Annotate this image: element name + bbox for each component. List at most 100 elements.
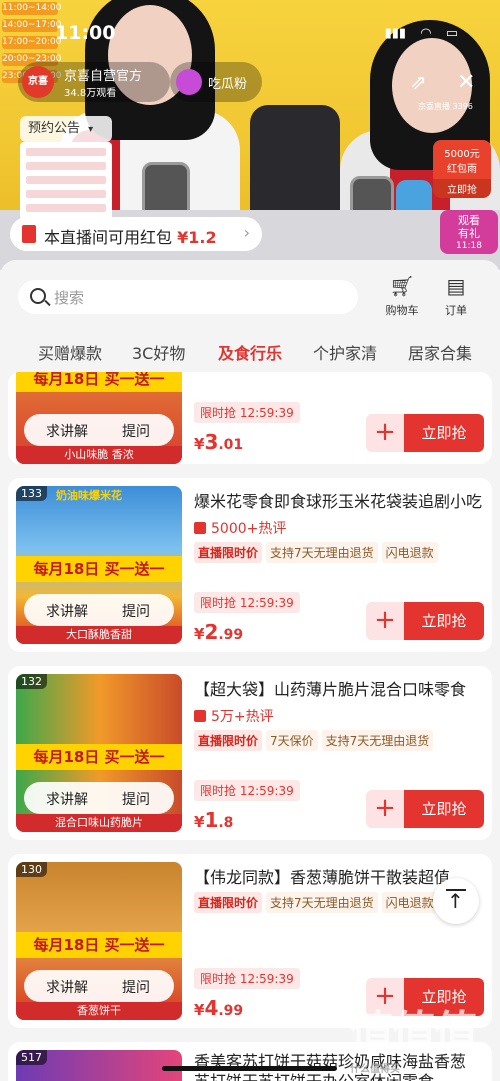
price-int: 1	[204, 808, 219, 832]
tab-category[interactable]: 个护家清	[313, 340, 377, 364]
price-int: 2	[204, 620, 219, 644]
price-dec: .8	[218, 815, 234, 831]
host-avatar: 京喜	[22, 66, 54, 98]
schedule-item: 11:00~14:00	[2, 2, 62, 15]
tag: 支持7天无理由退货	[266, 892, 378, 913]
product-card[interactable]: 132 每月18日 买一送一 混合口味山药脆片 求讲解 提问 【超大袋】山药薄片…	[8, 666, 492, 840]
tab-category[interactable]: 买赠爆款	[38, 340, 102, 364]
tab-category-active[interactable]: 及食行乐	[218, 340, 282, 364]
watermark-logo: 值值值 什么值得买	[350, 996, 478, 1075]
tab-category[interactable]: 居家合集	[408, 340, 472, 364]
thumb-caption: 小山味脆 香浓	[16, 446, 182, 464]
rank-badge: 133	[16, 486, 47, 501]
product-title[interactable]: 【超大袋】山药薄片脆片混合口味零食	[194, 676, 482, 700]
schedule-item: 17:00~20:00	[2, 36, 62, 49]
promo-banner: 每月18日 买一送一	[16, 372, 182, 392]
close-icon[interactable]: ✕	[457, 70, 475, 95]
promo-banner: 每月18日 买一送一	[16, 932, 182, 958]
viewer-count: 34.8万观看	[64, 88, 117, 99]
chevron-down-icon: ▾	[88, 124, 94, 135]
price-int: 3	[204, 430, 219, 454]
review-count: 5万+热评	[194, 706, 274, 726]
flash-sale-timer: 限时抢 12:59:39	[194, 780, 300, 801]
tab-category[interactable]: 3C好物	[132, 340, 185, 364]
share-icon[interactable]: ⇗	[410, 70, 427, 94]
rank-badge: 132	[16, 674, 47, 689]
promo-banner: 每月18日 买一送一	[16, 744, 182, 770]
notice-card	[20, 142, 112, 220]
product-card[interactable]: 133 奶油味爆米花 每月18日 买一送一 大口酥脆香甜 求讲解 提问 爆米花零…	[8, 478, 492, 652]
host-info[interactable]: 京喜 京喜自营官方 34.8万观看	[18, 62, 170, 102]
price-dec: .01	[218, 437, 244, 453]
wifi-icon: ◠	[420, 26, 432, 41]
badge-action: 立即抢	[433, 179, 491, 198]
ask-button[interactable]: 提问	[122, 601, 150, 621]
price: ¥2.99	[194, 620, 244, 644]
status-time: 11:00	[55, 22, 116, 44]
thumb-actions: 求讲解 提问	[24, 594, 174, 626]
tag: 闪电退款	[381, 542, 438, 563]
explain-button[interactable]: 求讲解	[46, 601, 88, 621]
tag: 直播限时价	[194, 542, 263, 563]
badge-sub: 红包雨	[447, 164, 477, 175]
product-title[interactable]: 爆米花零食即食球形玉米花袋装追剧小吃	[194, 488, 482, 512]
rank-badge: 130	[16, 862, 47, 877]
redpacket-label: 本直播间可用红包	[44, 228, 173, 247]
topic-tag[interactable]: 吃瓜粉	[170, 62, 262, 102]
search-placeholder: 搜索	[54, 289, 85, 307]
explain-button[interactable]: 求讲解	[46, 421, 88, 441]
add-to-cart-button[interactable]: +	[366, 602, 404, 640]
price: ¥1.8	[194, 808, 234, 832]
buy-now-button[interactable]: 立即抢	[404, 602, 484, 640]
search-input[interactable]: 搜索	[18, 280, 358, 314]
explain-button[interactable]: 求讲解	[46, 789, 88, 809]
product-thumbnail: 每月18日 买一送一 小山味脆 香浓 求讲解 提问	[16, 372, 182, 464]
order-icon: ▤	[446, 274, 466, 298]
explain-button[interactable]: 求讲解	[46, 977, 88, 997]
chevron-right-icon: ›	[243, 223, 250, 242]
badge-amount: 5000元	[444, 149, 480, 160]
search-icon	[30, 288, 46, 304]
add-to-cart-button[interactable]: +	[366, 414, 404, 452]
product-thumbnail: 133 奶油味爆米花 每月18日 买一送一 大口酥脆香甜 求讲解 提问	[16, 486, 182, 644]
tag: 直播限时价	[194, 892, 263, 913]
ask-button[interactable]: 提问	[122, 789, 150, 809]
buy-now-button[interactable]: 立即抢	[404, 414, 484, 452]
thumb-heading: 奶油味爆米花	[56, 489, 122, 502]
review-count: 5000+热评	[194, 518, 286, 538]
order-label: 订单	[445, 304, 467, 317]
review-text: 5万+热评	[211, 709, 274, 725]
back-to-top-button[interactable]	[433, 878, 479, 924]
product-card[interactable]: 每月18日 买一送一 小山味脆 香浓 求讲解 提问 限时抢 12:59:39 ¥…	[8, 372, 492, 464]
price: ¥3.01	[194, 430, 244, 454]
home-indicator[interactable]	[162, 1066, 337, 1071]
watch-gift-badge[interactable]: 观看 有礼 11:18	[440, 210, 498, 254]
flash-sale-timer: 限时抢 12:59:39	[194, 402, 300, 423]
product-thumbnail: 132 每月18日 买一送一 混合口味山药脆片 求讲解 提问	[16, 674, 182, 832]
product-tags: 直播限时价 支持7天无理由退货 闪电退款	[194, 542, 442, 563]
thumb-caption: 香葱饼干	[16, 1002, 182, 1020]
review-text: 5000+热评	[211, 521, 287, 537]
redpacket-banner[interactable]: 本直播间可用红包 ¥1.2 ›	[10, 217, 262, 251]
thumb-caption: 混合口味山药脆片	[16, 814, 182, 832]
signal-icon: ▮▮▮	[384, 26, 407, 41]
watermark-text: 值值值	[350, 1007, 478, 1058]
tag: 支持7天无理由退货	[266, 542, 378, 563]
thumb-actions: 求讲解 提问	[24, 414, 174, 446]
tag: 直播限时价	[194, 730, 263, 751]
price: ¥4.99	[194, 996, 244, 1020]
buy-now-button[interactable]: 立即抢	[404, 790, 484, 828]
ask-button[interactable]: 提问	[122, 977, 150, 997]
order-button[interactable]: ▤ 订单	[431, 274, 481, 318]
redpacket-rain-badge[interactable]: 5000元 红包雨 立即抢	[433, 140, 491, 198]
tag: 支持7天无理由退货	[321, 730, 434, 751]
store-tag: 京喜直播 3396	[418, 102, 473, 111]
add-to-cart-button[interactable]: +	[366, 790, 404, 828]
cart-button[interactable]: 🛒︎ 购物车	[377, 274, 427, 318]
notice-button[interactable]: 预约公告 ▾	[20, 116, 112, 142]
topic-icon	[176, 69, 202, 95]
ask-button[interactable]: 提问	[122, 421, 150, 441]
flash-sale-timer: 限时抢 12:59:39	[194, 592, 300, 613]
cart-icon: 🛒︎	[389, 274, 415, 298]
battery-icon: ▭	[445, 26, 458, 41]
